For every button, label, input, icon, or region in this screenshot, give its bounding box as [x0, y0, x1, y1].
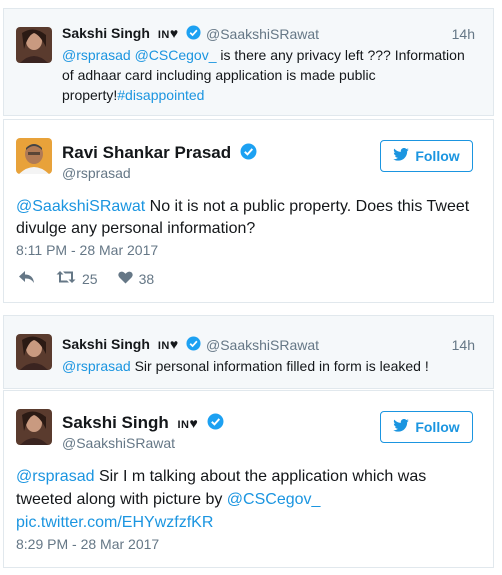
- follow-button[interactable]: Follow: [380, 140, 473, 172]
- avatar[interactable]: [16, 138, 52, 174]
- tweet-actions: 25 38: [18, 270, 174, 287]
- tweet-time[interactable]: 14h: [452, 26, 475, 42]
- mention-link[interactable]: @rsprasad: [16, 468, 95, 485]
- author-handle[interactable]: @SaakshiSRawat: [206, 26, 319, 42]
- tweet-text: @SaakshiSRawat No it is not a public pro…: [16, 196, 486, 240]
- heart-emoji: ♥: [189, 415, 198, 431]
- tweet-text: @rsprasad Sir personal information fille…: [62, 356, 482, 376]
- avatar[interactable]: [16, 27, 52, 63]
- reply-button[interactable]: [18, 270, 36, 287]
- tweet-text: @rsprasad Sir I m talking about the appl…: [16, 465, 486, 534]
- tweet-text: @rsprasad @CSCegov_ is there any privacy…: [62, 45, 482, 105]
- text-segment: Sir personal information filled in form …: [130, 358, 429, 374]
- retweet-count: 25: [82, 270, 98, 287]
- text-segment: divulge any personal information?: [16, 220, 256, 237]
- text-segment: No it is not a public property. Does thi…: [145, 198, 470, 215]
- tweet-time[interactable]: 14h: [452, 337, 475, 353]
- mention-link[interactable]: @CSCegov_: [227, 491, 321, 508]
- tweet-timestamp[interactable]: 8:29 PM - 28 Mar 2017: [16, 536, 159, 552]
- main-tweet-4[interactable]: Sakshi Singh IN♥ @SaakshiSRawat Follow @…: [3, 390, 494, 568]
- flag-label: IN: [177, 419, 190, 431]
- author-name-text: Sakshi Singh: [62, 413, 169, 432]
- author-handle[interactable]: @SaakshiSRawat: [62, 435, 175, 451]
- text-segment: property!: [62, 87, 118, 103]
- author-name-text: Sakshi Singh: [62, 336, 150, 352]
- main-tweet-2[interactable]: Ravi Shankar Prasad @rsprasad Follow @Sa…: [3, 119, 494, 303]
- retweet-button[interactable]: 25: [56, 270, 98, 287]
- flag-label: IN: [157, 340, 170, 352]
- text-segment: of adhaar card including application is …: [62, 67, 376, 83]
- author-name[interactable]: Sakshi Singh IN♥: [62, 413, 224, 435]
- mention-link[interactable]: @rsprasad: [62, 358, 131, 374]
- context-tweet-3[interactable]: Sakshi Singh IN♥ @SaakshiSRawat 14h @rsp…: [3, 315, 494, 389]
- text-segment: Sir I m talking about the application wh…: [94, 468, 427, 485]
- text-segment: is there any privacy left ??? Informatio…: [216, 47, 465, 63]
- mention-link[interactable]: @rsprasad: [62, 47, 131, 63]
- author-handle[interactable]: @rsprasad: [62, 165, 131, 181]
- follow-label: Follow: [415, 148, 460, 164]
- reply-icon: [18, 270, 36, 287]
- verified-badge-icon: [186, 336, 201, 354]
- heart-emoji: ♥: [169, 336, 179, 352]
- retweet-icon: [56, 270, 76, 287]
- flag-label: IN: [157, 29, 170, 41]
- follow-button[interactable]: Follow: [380, 411, 473, 443]
- heart-icon: [117, 271, 133, 287]
- media-link[interactable]: pic.twitter.com/EHYwzfzfKR: [16, 514, 213, 531]
- verified-badge-icon: [207, 413, 224, 435]
- author-name[interactable]: Sakshi Singh IN♥: [62, 25, 201, 43]
- bird-icon: [393, 418, 410, 435]
- heart-emoji: ♥: [169, 25, 179, 41]
- like-count: 38: [138, 270, 155, 287]
- text-segment: tweeted along with picture by: [16, 491, 227, 508]
- author-name-text: Ravi Shankar Prasad: [62, 143, 232, 162]
- mention-link[interactable]: @SaakshiSRawat: [16, 198, 145, 215]
- mention-link[interactable]: @CSCegov_: [135, 47, 217, 63]
- verified-badge-icon: [240, 143, 257, 165]
- tweet-timestamp[interactable]: 8:11 PM - 28 Mar 2017: [16, 242, 158, 258]
- author-name[interactable]: Ravi Shankar Prasad: [62, 143, 257, 165]
- verified-badge-icon: [186, 25, 201, 43]
- author-handle[interactable]: @SaakshiSRawat: [206, 337, 319, 353]
- author-name-text: Sakshi Singh: [62, 25, 150, 41]
- bird-icon: [393, 147, 410, 164]
- avatar[interactable]: [16, 409, 52, 445]
- author-name[interactable]: Sakshi Singh IN♥: [62, 336, 201, 354]
- hashtag-link[interactable]: #disappointed: [117, 87, 204, 103]
- like-button[interactable]: 38: [117, 270, 155, 287]
- follow-label: Follow: [415, 419, 460, 435]
- context-tweet-1[interactable]: Sakshi Singh IN♥ @SaakshiSRawat 14h @rsp…: [3, 8, 494, 116]
- avatar[interactable]: [16, 334, 52, 370]
